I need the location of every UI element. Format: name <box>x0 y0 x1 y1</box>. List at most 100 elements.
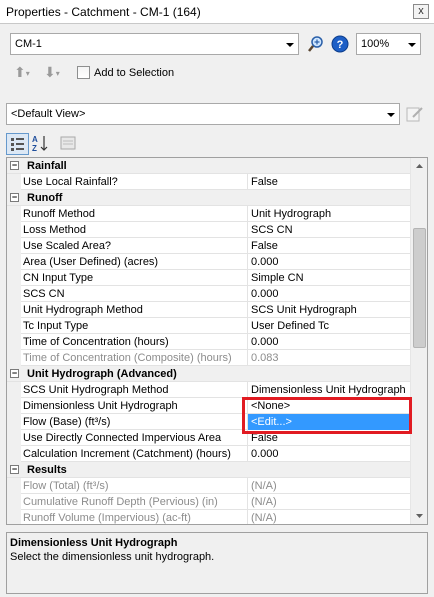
svg-text:A: A <box>32 135 38 144</box>
property-value: 0.083 <box>247 350 410 366</box>
property-row[interactable]: Use Local Rainfall? False <box>7 174 410 190</box>
property-name: SCS CN <box>23 288 65 300</box>
collapse-toggle-icon[interactable]: − <box>10 193 19 202</box>
collapse-toggle-icon[interactable]: − <box>10 369 19 378</box>
zoom-dropdown[interactable]: 100% <box>356 33 421 55</box>
row-gutter <box>7 494 21 510</box>
categorized-icon <box>11 138 24 151</box>
edit-view-icon[interactable] <box>406 105 424 123</box>
row-gutter <box>7 446 21 462</box>
property-row[interactable]: Calculation Increment (Catchment) (hours… <box>7 446 410 462</box>
property-value[interactable]: 0.000 <box>247 446 410 462</box>
property-value[interactable]: False <box>247 174 410 190</box>
chevron-down-icon <box>286 43 294 47</box>
property-row[interactable]: Loss Method SCS CN <box>7 222 410 238</box>
property-name: Flow (Total) (ft³/s) <box>23 480 109 492</box>
chevron-down-icon <box>387 113 395 117</box>
view-selector-value: <Default View> <box>11 108 86 120</box>
property-name: Use Directly Connected Impervious Area <box>23 432 222 444</box>
property-name: Runoff Method <box>23 208 95 220</box>
property-row[interactable]: Time of Concentration (hours) 0.000 <box>7 334 410 350</box>
navigate-forward-icon[interactable]: ⬇︎▾ <box>44 64 60 81</box>
property-row[interactable]: Area (User Defined) (acres) 0.000 <box>7 254 410 270</box>
property-row[interactable]: SCS CN 0.000 <box>7 286 410 302</box>
scrollbar-thumb[interactable] <box>413 228 426 348</box>
property-row[interactable]: Runoff Method Unit Hydrograph <box>7 206 410 222</box>
property-row[interactable]: Tc Input Type User Defined Tc <box>7 318 410 334</box>
property-row[interactable]: Flow (Total) (ft³/s) (N/A) <box>7 478 410 494</box>
property-value: (N/A) <box>247 510 410 524</box>
property-name: Calculation Increment (Catchment) (hours… <box>23 448 231 460</box>
scroll-down-button[interactable] <box>411 507 427 524</box>
zoom-to-element-icon[interactable] <box>307 35 325 53</box>
row-gutter <box>7 286 21 302</box>
property-value[interactable]: False <box>247 238 410 254</box>
add-to-selection-checkbox[interactable] <box>77 66 90 79</box>
view-selector-dropdown[interactable]: <Default View> <box>6 103 400 125</box>
element-selector-dropdown[interactable]: CM-1 <box>10 33 299 55</box>
property-value[interactable]: 0.000 <box>247 254 410 270</box>
property-name: Cumulative Runoff Depth (Pervious) (in) <box>23 496 218 508</box>
property-value[interactable]: 0.000 <box>247 286 410 302</box>
property-name: Unit Hydrograph Method <box>23 304 143 316</box>
property-pages-button[interactable] <box>58 133 81 155</box>
property-name: Runoff Volume (Impervious) (ac-ft) <box>23 512 191 524</box>
property-value[interactable]: Simple CN <box>247 270 410 286</box>
property-name: Area (User Defined) (acres) <box>23 256 159 268</box>
close-button[interactable]: x <box>413 4 429 19</box>
property-name: Use Scaled Area? <box>23 240 112 252</box>
property-name: Flow (Base) (ft³/s) <box>23 416 111 428</box>
svg-text:?: ? <box>337 39 344 51</box>
row-gutter <box>7 350 21 366</box>
alphabetical-view-button[interactable]: A Z <box>30 133 53 155</box>
property-value[interactable]: Dimensionless Unit Hydrograph <box>247 382 410 398</box>
property-value[interactable]: SCS Unit Hydrograph <box>247 302 410 318</box>
property-name: Time of Concentration (hours) <box>23 336 169 348</box>
vertical-scrollbar[interactable] <box>410 158 427 524</box>
chevron-down-icon <box>408 43 416 47</box>
zoom-value: 100% <box>361 38 390 50</box>
property-row[interactable]: Time of Concentration (Composite) (hours… <box>7 350 410 366</box>
navigate-back-icon[interactable]: ⬆︎▾ <box>14 64 30 81</box>
row-gutter <box>7 382 21 398</box>
description-text: Select the dimensionless unit hydrograph… <box>10 551 215 563</box>
window-title: Properties - Catchment - CM-1 (164) <box>6 5 201 19</box>
row-gutter <box>7 254 21 270</box>
row-gutter <box>7 334 21 350</box>
annotation-highlight-box <box>242 397 412 434</box>
property-row[interactable]: SCS Unit Hydrograph Method Dimensionless … <box>7 382 410 398</box>
category-label: Unit Hydrograph (Advanced) <box>27 368 177 380</box>
property-value[interactable]: Unit Hydrograph <box>247 206 410 222</box>
property-row[interactable]: Unit Hydrograph Method SCS Unit Hydrograp… <box>7 302 410 318</box>
row-gutter <box>7 302 21 318</box>
property-value[interactable]: 0.000 <box>247 334 410 350</box>
collapse-toggle-icon[interactable]: − <box>10 161 19 170</box>
collapse-toggle-icon[interactable]: − <box>10 465 19 474</box>
row-gutter <box>7 174 21 190</box>
row-gutter <box>7 414 21 430</box>
property-value[interactable]: User Defined Tc <box>247 318 410 334</box>
category-row[interactable]: − Runoff <box>7 190 410 206</box>
row-gutter <box>7 270 21 286</box>
scroll-up-button[interactable] <box>411 158 427 175</box>
property-row[interactable]: Runoff Volume (Impervious) (ac-ft) (N/A) <box>7 510 410 524</box>
row-gutter <box>7 478 21 494</box>
row-gutter <box>7 238 21 254</box>
property-name: Time of Concentration (Composite) (hours… <box>23 352 232 364</box>
property-name: Loss Method <box>23 224 86 236</box>
category-row[interactable]: − Rainfall <box>7 158 410 174</box>
row-gutter <box>7 430 21 446</box>
category-row[interactable]: − Results <box>7 462 410 478</box>
property-pages-icon <box>60 136 76 150</box>
property-name: Tc Input Type <box>23 320 89 332</box>
property-row[interactable]: Use Scaled Area? False <box>7 238 410 254</box>
help-icon[interactable]: ? <box>331 35 349 53</box>
categorized-view-button[interactable] <box>6 133 29 155</box>
property-row[interactable]: CN Input Type Simple CN <box>7 270 410 286</box>
description-title: Dimensionless Unit Hydrograph <box>10 537 178 549</box>
category-label: Results <box>27 464 67 476</box>
category-row[interactable]: − Unit Hydrograph (Advanced) <box>7 366 410 382</box>
property-value[interactable]: SCS CN <box>247 222 410 238</box>
property-name: Dimensionless Unit Hydrograph <box>23 400 178 412</box>
property-row[interactable]: Cumulative Runoff Depth (Pervious) (in) (… <box>7 494 410 510</box>
